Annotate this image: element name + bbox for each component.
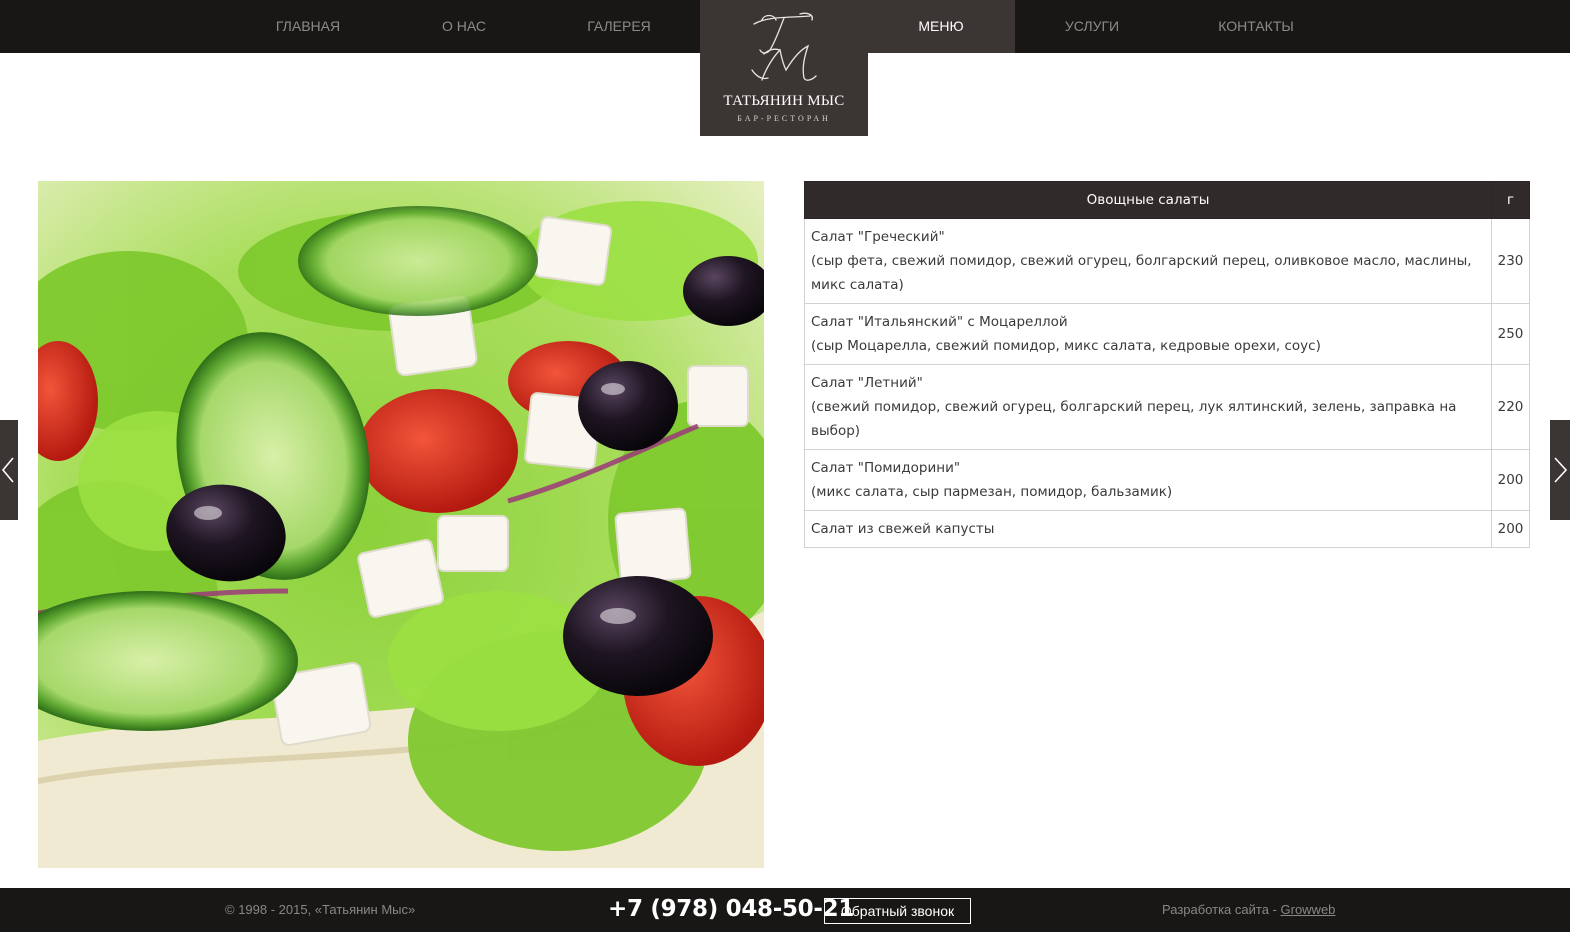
- dish-weight: 230: [1491, 218, 1530, 304]
- dish-weight: 250: [1491, 303, 1530, 365]
- dish-name: Салат "Летний": [811, 375, 923, 391]
- table-row: Салат "Помидорини" (микс салата, сыр пар…: [804, 449, 1530, 511]
- dish-name: Салат "Помидорини": [811, 460, 961, 476]
- dish-weight: 200: [1491, 510, 1530, 548]
- nav-item-home[interactable]: ГЛАВНАЯ: [252, 0, 364, 53]
- dish-cell: Салат из свежей капусты: [804, 510, 1492, 548]
- developer-prefix: Разработка сайта -: [1162, 902, 1281, 917]
- dish-name: Салат "Итальянский" с Моцареллой: [811, 314, 1068, 330]
- next-arrow-button[interactable]: [1550, 420, 1570, 520]
- dish-description: (микс салата, сыр пармезан, помидор, бал…: [811, 484, 1173, 500]
- dish-weight: 220: [1491, 364, 1530, 450]
- salad-image-icon: [38, 181, 764, 868]
- menu-table-header: Овощные салаты г: [804, 181, 1530, 219]
- dish-cell: Салат "Греческий" (сыр фета, свежий поми…: [804, 218, 1492, 304]
- monogram-logo-icon: [751, 12, 817, 81]
- dish-description: (сыр фета, свежий помидор, свежий огурец…: [811, 253, 1472, 293]
- nav-item-menu[interactable]: МЕНЮ: [867, 0, 1015, 53]
- table-row: Салат "Итальянский" с Моцареллой (сыр Мо…: [804, 303, 1530, 365]
- column-header-name: Овощные салаты: [804, 181, 1492, 219]
- table-row: Салат "Греческий" (сыр фета, свежий поми…: [804, 218, 1530, 304]
- chevron-left-icon: [1, 457, 14, 483]
- callback-button[interactable]: Обратный звонок: [824, 898, 971, 924]
- logo-subtitle: БАР-РЕСТОРАН: [737, 114, 831, 123]
- site-logo[interactable]: ТАТЬЯНИН МЫС БАР-РЕСТОРАН: [700, 0, 868, 136]
- developer-credit: Разработка сайта - Growweb: [1162, 902, 1335, 917]
- developer-link[interactable]: Growweb: [1281, 902, 1336, 917]
- prev-arrow-button[interactable]: [0, 420, 18, 520]
- dish-cell: Салат "Итальянский" с Моцареллой (сыр Мо…: [804, 303, 1492, 365]
- column-header-weight: г: [1491, 181, 1530, 219]
- menu-table: Овощные салаты г Салат "Греческий" (сыр …: [804, 181, 1530, 548]
- nav-item-about[interactable]: О НАС: [410, 0, 518, 53]
- dish-weight: 200: [1491, 449, 1530, 511]
- nav-item-contacts[interactable]: КОНТАКТЫ: [1200, 0, 1312, 53]
- nav-item-services[interactable]: УСЛУГИ: [1040, 0, 1144, 53]
- dish-name: Салат из свежей капусты: [811, 521, 995, 537]
- dish-description: (свежий помидор, свежий огурец, болгарск…: [811, 399, 1457, 439]
- phone-number[interactable]: +7 (978) 048-50-21: [608, 896, 854, 922]
- dish-description: (сыр Моцарелла, свежий помидор, микс сал…: [811, 338, 1321, 354]
- chevron-right-icon: [1554, 457, 1568, 483]
- nav-item-gallery[interactable]: ГАЛЕРЕЯ: [565, 0, 673, 53]
- copyright-text: © 1998 - 2015, «Татьянин Мыс»: [225, 902, 416, 917]
- dish-name: Салат "Греческий": [811, 229, 945, 245]
- footer-bar: © 1998 - 2015, «Татьянин Мыс» +7 (978) 0…: [0, 888, 1570, 932]
- salad-photo: [38, 181, 764, 868]
- dish-cell: Салат "Помидорини" (микс салата, сыр пар…: [804, 449, 1492, 511]
- table-row: Салат "Летний" (свежий помидор, свежий о…: [804, 364, 1530, 450]
- dish-cell: Салат "Летний" (свежий помидор, свежий о…: [804, 364, 1492, 450]
- table-row: Салат из свежей капусты 200: [804, 510, 1530, 548]
- logo-name: ТАТЬЯНИН МЫС: [723, 93, 845, 109]
